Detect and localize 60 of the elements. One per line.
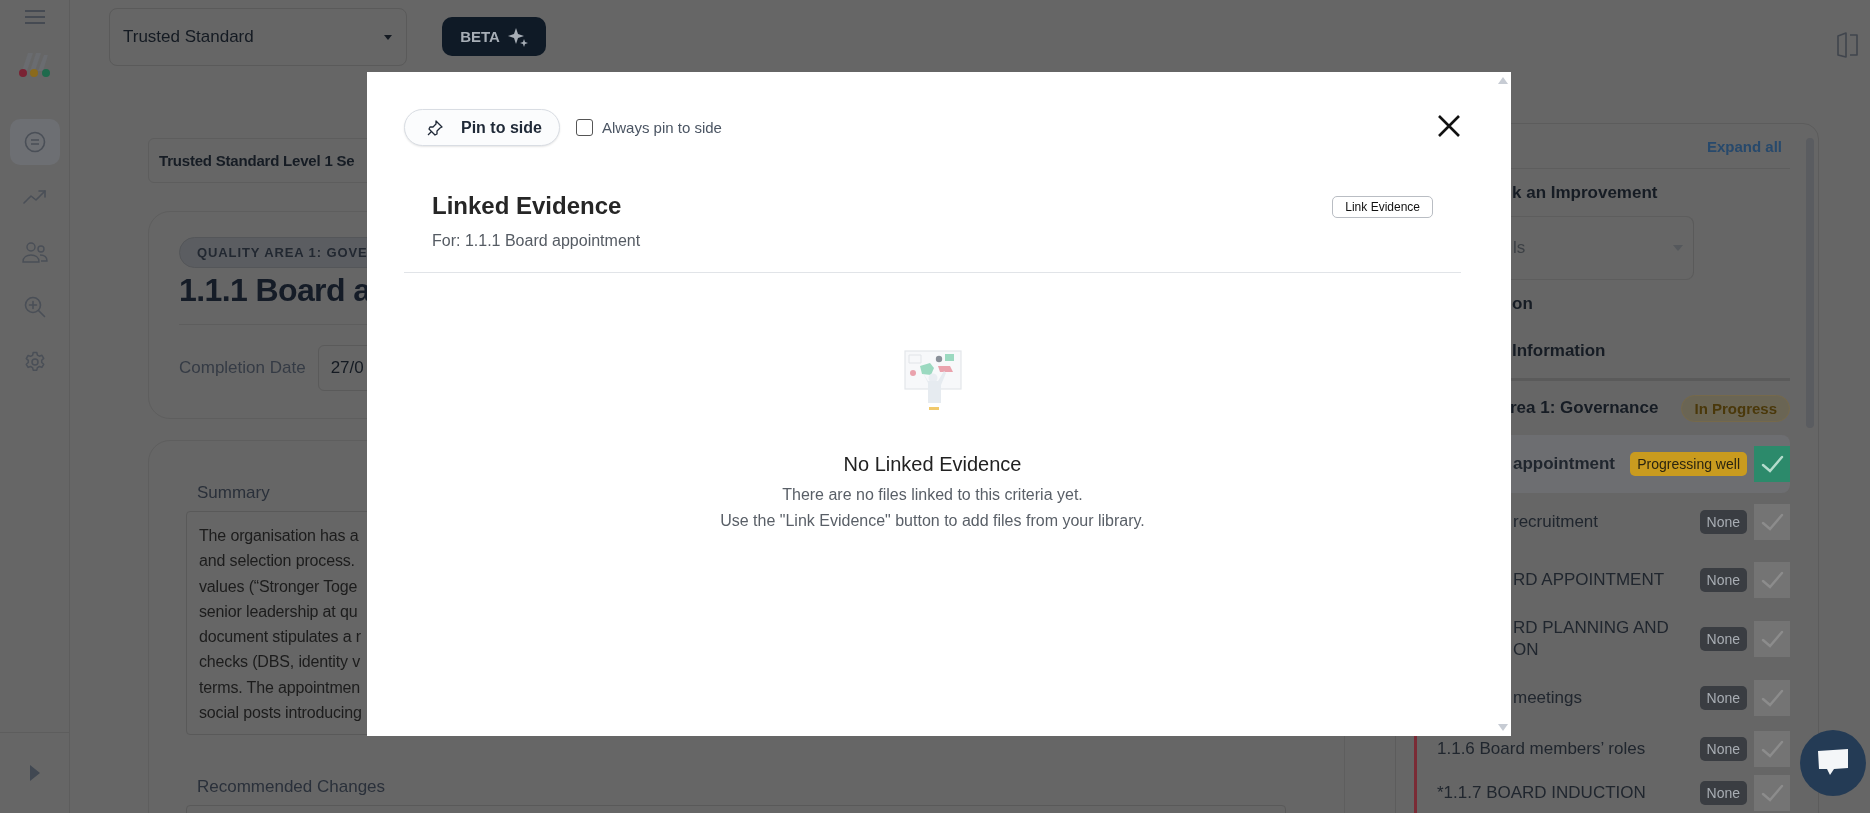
criterion-item[interactable]: recruitment None: [1417, 493, 1790, 551]
field-label: Recommended Changes: [197, 777, 386, 797]
empty-state-text: Use the "Link Evidence" button to add files from your library.: [720, 511, 1145, 531]
sparkle-icon: [507, 26, 528, 47]
check-box[interactable]: [1754, 562, 1790, 598]
person-at-board-drawing: [902, 349, 963, 411]
criterion-label: 1.1.6 Board members’ roles: [1437, 738, 1647, 760]
criterion-item[interactable]: RD PLANNING AND ON None: [1417, 609, 1790, 669]
beta-button[interactable]: BETA: [442, 17, 546, 56]
check-box[interactable]: [1754, 621, 1790, 657]
standard-select[interactable]: Trusted Standard: [109, 8, 407, 66]
scroll-down-icon[interactable]: [1498, 724, 1508, 731]
status-tag: None: [1699, 781, 1747, 805]
criterion-item[interactable]: meetings None: [1417, 669, 1790, 727]
field-label: Summary: [197, 483, 270, 503]
settings-icon: [23, 351, 46, 373]
caret-icon: [384, 34, 392, 40]
chat-icon: [23, 131, 46, 153]
trend-icon: [22, 189, 47, 205]
criterion-label: meetings: [1513, 687, 1583, 709]
zoom-in-icon: [23, 296, 46, 318]
pin-icon: [427, 119, 443, 136]
expand-icon[interactable]: [28, 764, 41, 782]
dialog-subtitle: For: 1.1.1 Board appointment: [432, 232, 641, 250]
pin-button[interactable]: Pin to side: [404, 109, 560, 146]
status-tag: None: [1699, 568, 1747, 592]
link-evidence-button[interactable]: Link Evidence: [1332, 196, 1433, 218]
panel-toggle-icon[interactable]: [1836, 32, 1860, 58]
empty-state-text: There are no files linked to this criteria yet.: [782, 485, 1083, 505]
section-heading[interactable]: Information: [1512, 340, 1606, 361]
criterion-item[interactable]: *1.1.7 BOARD INDUCTION None: [1417, 771, 1790, 813]
criterion-label: *1.1.7 BOARD INDUCTION: [1437, 782, 1647, 804]
sidebar-item[interactable]: [9, 119, 60, 165]
section-heading[interactable]: on: [1512, 293, 1533, 314]
checkbox-label[interactable]: Always pin to side: [601, 119, 722, 136]
check-box[interactable]: [1754, 731, 1790, 767]
status-tag: None: [1699, 627, 1747, 651]
scroll-up-icon[interactable]: [1498, 77, 1508, 84]
status-tag: None: [1699, 686, 1747, 710]
check-box[interactable]: [1754, 680, 1790, 716]
status-tag: None: [1699, 737, 1747, 761]
criterion-label: RD APPOINTMENT: [1513, 569, 1666, 591]
empty-state-title: No Linked Evidence: [843, 453, 1022, 476]
criterion-label: RD PLANNING AND ON: [1513, 617, 1670, 661]
check-box[interactable]: [1754, 446, 1790, 482]
check-box[interactable]: [1754, 504, 1790, 540]
menu-icon[interactable]: [23, 9, 46, 25]
section-heading[interactable]: k an Improvement: [1512, 182, 1658, 203]
criterion-label: appointment: [1513, 453, 1616, 475]
checkbox[interactable]: [575, 119, 593, 136]
status-badge: In Progress: [1681, 394, 1790, 422]
criterion-item[interactable]: 1.1.6 Board members’ roles None: [1417, 727, 1790, 771]
area-title: rea 1: Governance: [1510, 398, 1659, 418]
check-box[interactable]: [1754, 775, 1790, 811]
status-tag: Progressing well: [1630, 452, 1747, 476]
criterion-item[interactable]: RD APPOINTMENT None: [1417, 551, 1790, 609]
people-icon: [21, 241, 48, 263]
criterion-label: recruitment: [1513, 511, 1600, 533]
status-tag: None: [1699, 510, 1747, 534]
dialog-title: Linked Evidence: [432, 192, 623, 220]
